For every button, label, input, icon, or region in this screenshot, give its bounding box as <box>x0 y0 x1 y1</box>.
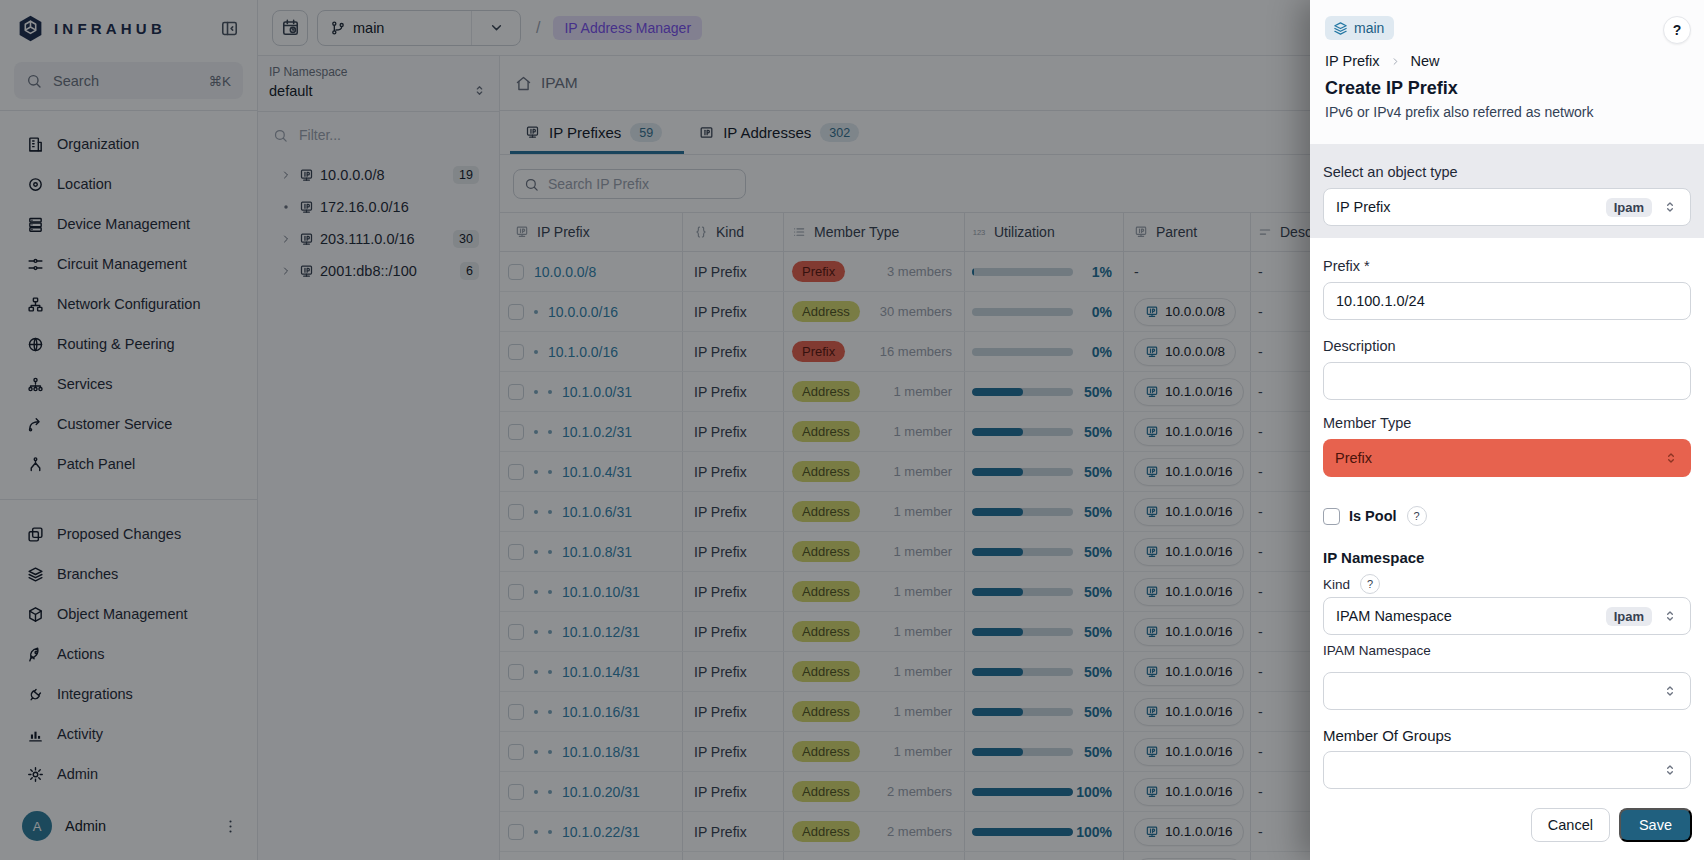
updown-icon <box>1662 608 1678 624</box>
ipam-namespace-label: IPAM Namespace <box>1323 643 1691 658</box>
modal-overlay[interactable] <box>0 0 1310 860</box>
prefix-field-label: Prefix * <box>1323 258 1691 274</box>
kind-label-row: Kind ? <box>1323 574 1691 594</box>
cancel-button[interactable]: Cancel <box>1531 808 1610 842</box>
panel-breadcrumb: IP Prefix New <box>1325 53 1691 69</box>
updown-icon <box>1662 683 1678 699</box>
member-type-value: Prefix <box>1335 450 1663 466</box>
panel-branch-name: main <box>1354 20 1384 36</box>
description-field-input[interactable] <box>1323 362 1691 400</box>
panel-breadcrumb-parent: IP Prefix <box>1325 53 1380 69</box>
panel-branch-badge: main <box>1325 16 1394 40</box>
is-pool-label: Is Pool <box>1349 508 1397 524</box>
member-of-groups-select[interactable] <box>1323 751 1691 789</box>
description-field-label: Description <box>1323 338 1691 354</box>
layers-icon <box>1333 21 1348 36</box>
member-type-select[interactable]: Prefix <box>1323 439 1691 477</box>
member-type-label: Member Type <box>1323 415 1691 431</box>
is-pool-row: Is Pool ? <box>1323 506 1691 526</box>
save-button[interactable]: Save <box>1619 808 1692 842</box>
updown-icon <box>1662 199 1678 215</box>
is-pool-help-icon[interactable]: ? <box>1407 506 1427 526</box>
panel-breadcrumb-current: New <box>1411 53 1440 69</box>
is-pool-checkbox[interactable] <box>1323 508 1340 525</box>
object-type-value: IP Prefix <box>1336 199 1606 215</box>
chevron-right-icon <box>1390 56 1401 67</box>
create-prefix-panel: main ? IP Prefix New Create IP Prefix IP… <box>1310 0 1704 860</box>
ipam-namespace-select[interactable] <box>1323 672 1691 710</box>
kind-value: IPAM Namespace <box>1336 608 1606 624</box>
object-type-select[interactable]: IP Prefix Ipam <box>1323 188 1691 226</box>
object-type-label: Select an object type <box>1323 164 1691 180</box>
panel-subtitle: IPv6 or IPv4 prefix also referred as net… <box>1325 104 1691 120</box>
kind-label: Kind <box>1323 577 1350 592</box>
help-button[interactable]: ? <box>1663 16 1691 44</box>
namespace-section-title: IP Namespace <box>1323 549 1691 566</box>
prefix-field-input[interactable]: 10.100.1.0/24 <box>1323 282 1691 320</box>
kind-select[interactable]: IPAM Namespace Ipam <box>1323 597 1691 635</box>
panel-form: Prefix * 10.100.1.0/24 Description Membe… <box>1310 238 1704 808</box>
member-of-groups-label: Member Of Groups <box>1323 727 1691 744</box>
panel-footer: Cancel Save <box>1310 808 1704 842</box>
kind-help-icon[interactable]: ? <box>1360 574 1380 594</box>
updown-icon <box>1663 450 1679 466</box>
kind-badge: Ipam <box>1606 607 1652 626</box>
panel-title: Create IP Prefix <box>1325 78 1691 99</box>
panel-header: main ? IP Prefix New Create IP Prefix IP… <box>1310 0 1704 144</box>
object-type-badge: Ipam <box>1606 198 1652 217</box>
object-type-section: Select an object type IP Prefix Ipam <box>1310 144 1704 238</box>
updown-icon <box>1662 762 1678 778</box>
